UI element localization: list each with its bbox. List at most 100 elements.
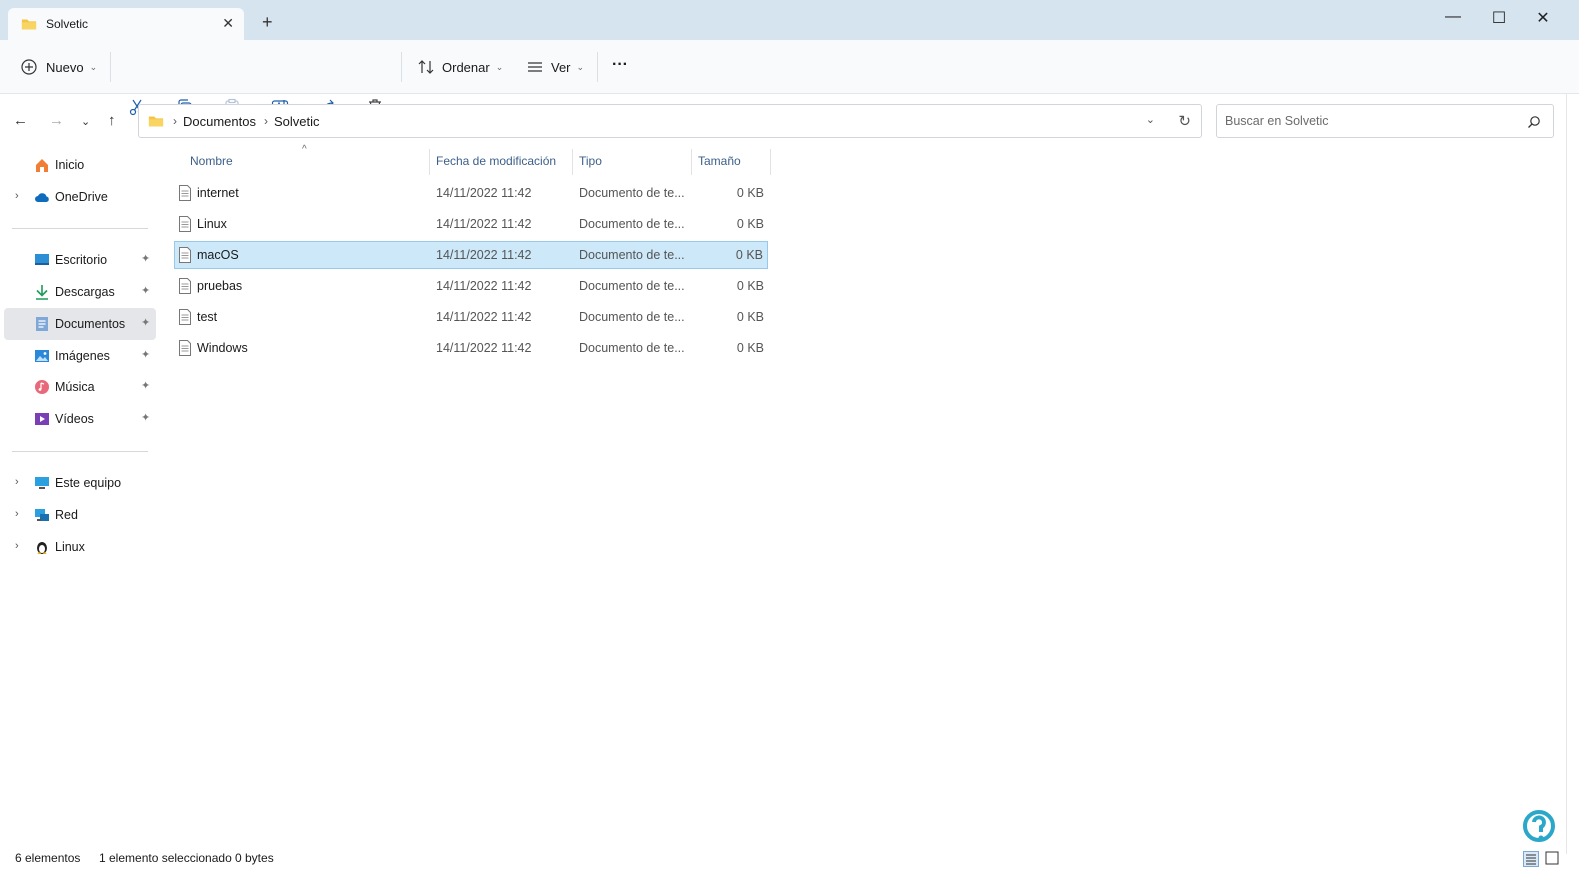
sidebar-item-label: Red <box>55 508 78 522</box>
sidebar-item-documentos[interactable]: Documentos ✦ <box>4 308 156 340</box>
pin-icon[interactable]: ✦ <box>141 316 150 329</box>
column-divider[interactable] <box>770 149 771 175</box>
sidebar-item-label: Descargas <box>55 285 115 299</box>
sidebar-item-musica[interactable]: Música ✦ <box>4 371 156 403</box>
chevron-down-icon: ⌄ <box>89 61 98 72</box>
details-view-icon[interactable] <box>1523 851 1539 867</box>
table-row-selected[interactable]: macOS 14/11/2022 11:42 Documento de te..… <box>174 241 768 269</box>
file-date: 14/11/2022 11:42 <box>436 279 532 293</box>
tab-solvetic[interactable]: Solvetic ✕ <box>8 8 244 40</box>
address-history-chevron-icon[interactable]: ⌄ <box>1146 113 1155 126</box>
cloud-icon <box>35 193 49 202</box>
forward-button[interactable]: → <box>49 112 64 129</box>
pin-icon[interactable]: ✦ <box>141 411 150 424</box>
column-header-name[interactable]: Nombre <box>190 154 233 168</box>
expand-chevron-icon[interactable]: › <box>15 190 19 202</box>
file-name: Windows <box>197 341 248 355</box>
table-row[interactable]: Windows 14/11/2022 11:42 Documento de te… <box>174 334 768 362</box>
pin-icon[interactable]: ✦ <box>141 252 150 265</box>
desktop-icon <box>35 254 49 265</box>
search-icon[interactable] <box>1527 115 1541 129</box>
chevron-down-icon: ⌄ <box>495 61 504 72</box>
pin-icon[interactable]: ✦ <box>141 379 150 392</box>
up-button[interactable]: ↑ <box>108 112 116 129</box>
view-button[interactable]: Ver ⌄ <box>526 56 584 78</box>
file-type: Documento de te... <box>579 279 685 293</box>
sidebar-item-videos[interactable]: Vídeos ✦ <box>4 403 156 435</box>
file-size: 0 KB <box>736 310 764 324</box>
view-list-icon <box>528 62 542 72</box>
column-divider[interactable] <box>691 149 692 175</box>
text-file-icon <box>179 185 191 201</box>
close-window-button[interactable]: ✕ <box>1520 8 1566 28</box>
column-header-type[interactable]: Tipo <box>579 154 602 168</box>
file-type: Documento de te... <box>579 341 685 355</box>
download-icon <box>36 285 48 300</box>
table-row[interactable]: test 14/11/2022 11:42 Documento de te...… <box>174 303 768 331</box>
recent-locations-chevron-icon[interactable]: ⌄ <box>81 115 90 128</box>
pin-icon[interactable]: ✦ <box>141 284 150 297</box>
file-date: 14/11/2022 11:42 <box>436 217 532 231</box>
more-options-button[interactable]: ··· <box>612 54 628 76</box>
minimize-button[interactable]: — <box>1430 8 1476 26</box>
refresh-icon[interactable]: ↻ <box>1178 112 1191 130</box>
sidebar-item-label: Escritorio <box>55 253 108 267</box>
view-label: Ver <box>551 59 571 75</box>
sidebar-item-label: Imágenes <box>55 349 110 363</box>
new-tab-button[interactable]: + <box>262 13 273 31</box>
file-date: 14/11/2022 11:42 <box>436 248 532 262</box>
pictures-icon <box>35 350 49 362</box>
search-input[interactable] <box>1225 114 1515 128</box>
column-divider[interactable] <box>429 149 430 175</box>
file-size: 0 KB <box>735 248 763 262</box>
sidebar-divider <box>12 451 148 452</box>
sidebar-item-este-equipo[interactable]: › Este equipo <box>4 467 156 499</box>
sidebar-item-linux[interactable]: › Linux <box>4 531 156 563</box>
sidebar-item-descargas[interactable]: Descargas ✦ <box>4 276 156 308</box>
expand-chevron-icon[interactable]: › <box>15 508 19 520</box>
status-selection: 1 elemento seleccionado <box>99 851 232 865</box>
sidebar-item-label: OneDrive <box>55 190 108 204</box>
sidebar-item-label: Linux <box>55 540 85 554</box>
sort-label: Ordenar <box>442 59 490 75</box>
sidebar-item-label: Música <box>55 380 95 394</box>
column-header-size[interactable]: Tamaño <box>698 154 741 168</box>
breadcrumb-solvetic[interactable]: Solvetic <box>274 114 320 129</box>
file-name: test <box>197 310 218 324</box>
tab-close-button[interactable]: ✕ <box>222 15 234 32</box>
toolbar-divider <box>401 52 402 82</box>
status-bytes: 0 bytes <box>235 851 274 865</box>
table-row[interactable]: Linux 14/11/2022 11:42 Documento de te..… <box>174 210 768 238</box>
sidebar-item-imagenes[interactable]: Imágenes ✦ <box>4 340 156 372</box>
sort-icon <box>418 60 434 74</box>
new-label: Nuevo <box>46 59 84 75</box>
file-name: Linux <box>197 217 227 231</box>
documents-icon <box>36 317 48 331</box>
status-item-count: 6 elementos <box>15 851 81 865</box>
pin-icon[interactable]: ✦ <box>141 348 150 361</box>
column-header-date[interactable]: Fecha de modificación <box>436 154 556 168</box>
large-icons-view-icon[interactable] <box>1545 851 1559 865</box>
sidebar-item-onedrive[interactable]: › OneDrive <box>4 181 156 213</box>
text-file-icon <box>179 278 191 294</box>
file-size: 0 KB <box>736 341 764 355</box>
scrollbar-track[interactable] <box>1566 94 1567 854</box>
new-button[interactable]: Nuevo ⌄ <box>20 56 97 78</box>
table-row[interactable]: pruebas 14/11/2022 11:42 Documento de te… <box>174 272 768 300</box>
toolbar-divider <box>110 52 111 82</box>
back-button[interactable]: ← <box>13 112 28 129</box>
address-bar[interactable]: › Documentos › Solvetic ⌄ ↻ <box>138 104 1202 138</box>
expand-chevron-icon[interactable]: › <box>15 476 19 488</box>
column-divider[interactable] <box>572 149 573 175</box>
breadcrumb-documentos[interactable]: Documentos <box>183 114 256 129</box>
maximize-button[interactable]: ☐ <box>1476 8 1522 28</box>
sidebar-item-escritorio[interactable]: Escritorio ✦ <box>4 244 156 276</box>
table-row[interactable]: internet 14/11/2022 11:42 Documento de t… <box>174 179 768 207</box>
sidebar-item-inicio[interactable]: Inicio <box>4 149 156 181</box>
network-icon <box>35 509 49 521</box>
sort-button[interactable]: Ordenar ⌄ <box>417 56 503 78</box>
expand-chevron-icon[interactable]: › <box>15 540 19 552</box>
search-box[interactable] <box>1216 104 1554 138</box>
file-name: internet <box>197 186 239 200</box>
sidebar-item-red[interactable]: › Red <box>4 499 156 531</box>
